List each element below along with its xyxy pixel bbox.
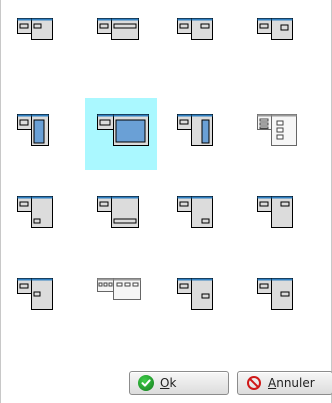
layout-icon-16 bbox=[257, 278, 293, 310]
cancel-icon bbox=[247, 376, 261, 390]
layout-icon-3 bbox=[177, 18, 213, 40]
layout-picker-dialog: Ok Annuler bbox=[0, 0, 332, 403]
layout-icon-12 bbox=[257, 196, 293, 228]
layout-icon-9 bbox=[17, 196, 53, 228]
layout-icon-8 bbox=[257, 114, 297, 146]
layout-icon-14 bbox=[97, 278, 141, 300]
layout-icon-11 bbox=[177, 196, 213, 228]
layout-icon-10 bbox=[97, 196, 139, 228]
layout-grid bbox=[17, 18, 329, 360]
cancel-button-label: Annuler bbox=[268, 376, 315, 390]
layout-option-16[interactable] bbox=[257, 278, 329, 360]
checkmark-icon bbox=[138, 375, 154, 391]
layout-icon-15 bbox=[177, 278, 213, 310]
layout-icon-5 bbox=[17, 114, 49, 146]
layout-icon-7 bbox=[177, 114, 213, 146]
cancel-button[interactable]: Annuler bbox=[237, 371, 332, 395]
ok-button[interactable]: Ok bbox=[129, 371, 229, 395]
dialog-footer: Ok Annuler bbox=[1, 363, 332, 403]
ok-button-label: Ok bbox=[160, 376, 177, 390]
layout-icon-6 bbox=[97, 114, 149, 146]
layout-icon-4 bbox=[257, 18, 293, 40]
layout-icon-1 bbox=[17, 18, 53, 40]
layout-icon-2 bbox=[97, 18, 139, 40]
layout-icon-13 bbox=[17, 278, 53, 310]
